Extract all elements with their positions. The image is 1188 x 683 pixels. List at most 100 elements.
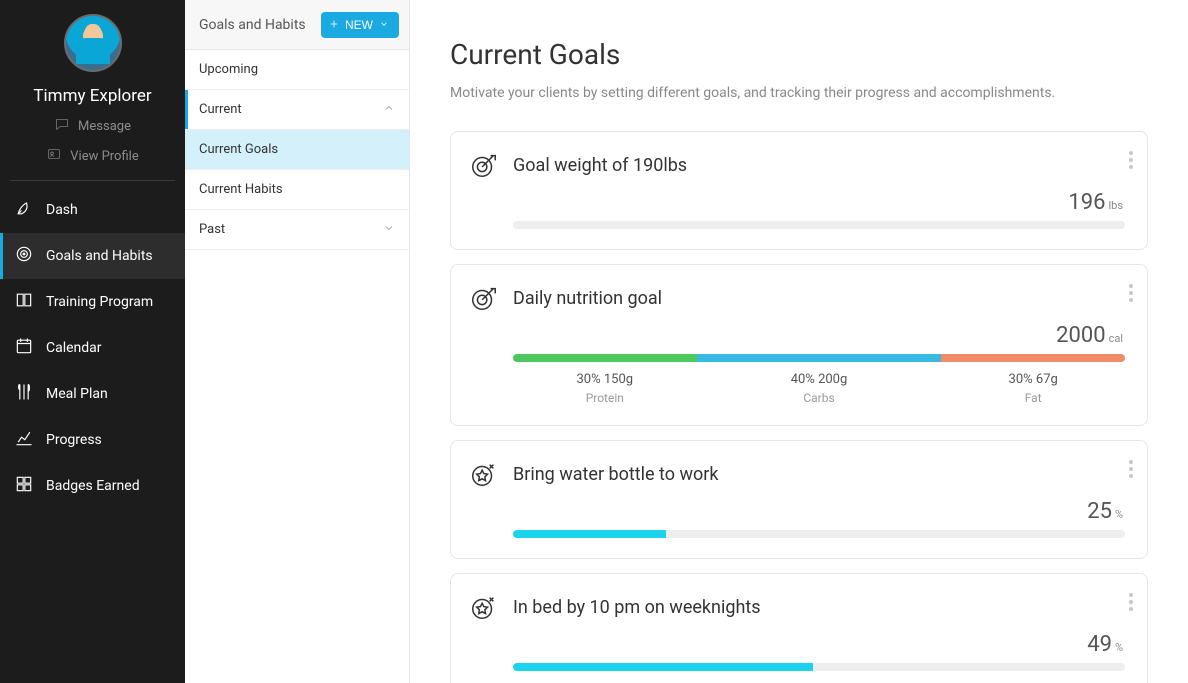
- chevron-down-icon: [379, 18, 389, 32]
- sidebar-divider: [10, 180, 175, 181]
- plus-icon: [329, 18, 339, 32]
- nav-goals-label: Goals and Habits: [46, 248, 153, 264]
- avatar[interactable]: [64, 14, 122, 72]
- goal-unit: %: [1115, 508, 1123, 521]
- goal-unit: cal: [1109, 332, 1123, 345]
- star-badge-icon: [469, 592, 499, 622]
- card-menu-button[interactable]: [1129, 457, 1133, 481]
- profile-icon: [46, 146, 62, 166]
- macro-fat-grams: 67g: [1036, 372, 1058, 387]
- macro-fat-col: 30% 67g Fat: [941, 372, 1125, 405]
- nav-progress-label: Progress: [46, 432, 102, 448]
- filter-current[interactable]: Current: [185, 90, 409, 130]
- goal-card-weight: Goal weight of 190lbs 196 lbs: [450, 131, 1148, 250]
- macro-protein-label: Protein: [513, 391, 697, 405]
- macro-protein-seg: [513, 354, 697, 362]
- utensils-icon: [14, 382, 34, 406]
- avatar-wrap: [0, 10, 185, 82]
- message-label: Message: [78, 119, 131, 134]
- book-icon: [14, 290, 34, 314]
- new-button[interactable]: NEW: [321, 12, 399, 38]
- filter-current-habits[interactable]: Current Habits: [185, 170, 409, 210]
- goal-value: 49: [1087, 632, 1112, 657]
- sub-panel: Goals and Habits NEW Upcoming Current Cu…: [185, 0, 410, 683]
- nav-progress[interactable]: Progress: [0, 417, 185, 463]
- new-button-label: NEW: [345, 18, 373, 32]
- nav-calendar[interactable]: Calendar: [0, 325, 185, 371]
- goal-card-nutrition: Daily nutrition goal 2000 cal 30% 150g P…: [450, 264, 1148, 426]
- nav-badges[interactable]: Badges Earned: [0, 463, 185, 509]
- macro-carbs-grams: 200g: [818, 372, 847, 387]
- filter-current-habits-label: Current Habits: [199, 182, 283, 197]
- chevron-down-icon: [383, 222, 395, 238]
- progress-fill: [513, 663, 813, 671]
- goal-card-bedtime: In bed by 10 pm on weeknights 49 %: [450, 573, 1148, 683]
- sidebar: Timmy Explorer Message View Profile Dash…: [0, 0, 185, 683]
- calendar-icon: [14, 336, 34, 360]
- goal-unit: lbs: [1108, 199, 1123, 212]
- main-content: Current Goals Motivate your clients by s…: [410, 0, 1188, 683]
- filter-past[interactable]: Past: [185, 210, 409, 250]
- goal-unit: %: [1115, 641, 1123, 654]
- card-menu-button[interactable]: [1129, 148, 1133, 172]
- nav-training-label: Training Program: [46, 294, 153, 310]
- view-profile-link[interactable]: View Profile: [46, 146, 138, 166]
- goal-title: Bring water bottle to work: [513, 464, 719, 485]
- message-icon: [54, 116, 70, 136]
- filter-current-goals[interactable]: Current Goals: [185, 130, 409, 170]
- target-arrow-icon: [469, 150, 499, 180]
- filter-upcoming-label: Upcoming: [199, 62, 258, 77]
- profile-links: Message View Profile: [0, 116, 185, 180]
- macro-protein-grams: 150g: [604, 372, 633, 387]
- nav-badges-label: Badges Earned: [46, 478, 140, 494]
- macro-fat-pct: 30%: [1009, 372, 1033, 387]
- macro-carbs-col: 40% 200g Carbs: [697, 372, 942, 405]
- progress-bar: [513, 663, 1125, 671]
- goal-title: Goal weight of 190lbs: [513, 155, 687, 176]
- goal-card-water: Bring water bottle to work 25 %: [450, 440, 1148, 559]
- view-profile-label: View Profile: [70, 149, 138, 164]
- macro-protein-col: 30% 150g Protein: [513, 372, 697, 405]
- nav-training[interactable]: Training Program: [0, 279, 185, 325]
- macro-carbs-seg: [697, 354, 942, 362]
- progress-bar: [513, 530, 1125, 538]
- sub-panel-title: Goals and Habits: [199, 17, 306, 33]
- progress-bar: [513, 221, 1125, 229]
- filter-current-label: Current: [199, 102, 242, 117]
- nav-dash[interactable]: Dash: [0, 187, 185, 233]
- macro-labels: 30% 150g Protein 40% 200g Carbs 30% 67g …: [513, 372, 1125, 405]
- macro-carbs-label: Carbs: [697, 391, 942, 405]
- goal-value: 25: [1087, 499, 1112, 524]
- macro-bar: [513, 354, 1125, 362]
- page-title: Current Goals: [450, 38, 1148, 71]
- grid-icon: [14, 474, 34, 498]
- nav-goals[interactable]: Goals and Habits: [0, 233, 185, 279]
- macro-protein-pct: 30%: [577, 372, 601, 387]
- macro-carbs-pct: 40%: [791, 372, 815, 387]
- goal-title: Daily nutrition goal: [513, 288, 662, 309]
- nav-mealplan[interactable]: Meal Plan: [0, 371, 185, 417]
- sidebar-nav: Dash Goals and Habits Training Program C…: [0, 187, 185, 509]
- chevron-up-icon: [383, 102, 395, 118]
- filter-upcoming[interactable]: Upcoming: [185, 50, 409, 90]
- card-menu-button[interactable]: [1129, 590, 1133, 614]
- page-subtitle: Motivate your clients by setting differe…: [450, 85, 1148, 101]
- macro-fat-label: Fat: [941, 391, 1125, 405]
- macro-fat-seg: [941, 354, 1125, 362]
- target-icon: [14, 244, 34, 268]
- goal-title: In bed by 10 pm on weeknights: [513, 597, 761, 618]
- filter-past-label: Past: [199, 222, 225, 237]
- nav-calendar-label: Calendar: [46, 340, 102, 356]
- chart-icon: [14, 428, 34, 452]
- target-arrow-icon: [469, 283, 499, 313]
- filter-current-goals-label: Current Goals: [199, 142, 278, 157]
- nav-mealplan-label: Meal Plan: [46, 386, 108, 402]
- nav-dash-label: Dash: [46, 202, 78, 218]
- goal-value: 196: [1068, 190, 1105, 215]
- rocket-icon: [14, 198, 34, 222]
- sub-panel-header: Goals and Habits NEW: [185, 0, 409, 50]
- message-link[interactable]: Message: [54, 116, 131, 136]
- client-name: Timmy Explorer: [0, 86, 185, 106]
- card-menu-button[interactable]: [1129, 281, 1133, 305]
- goal-value: 2000: [1056, 323, 1105, 348]
